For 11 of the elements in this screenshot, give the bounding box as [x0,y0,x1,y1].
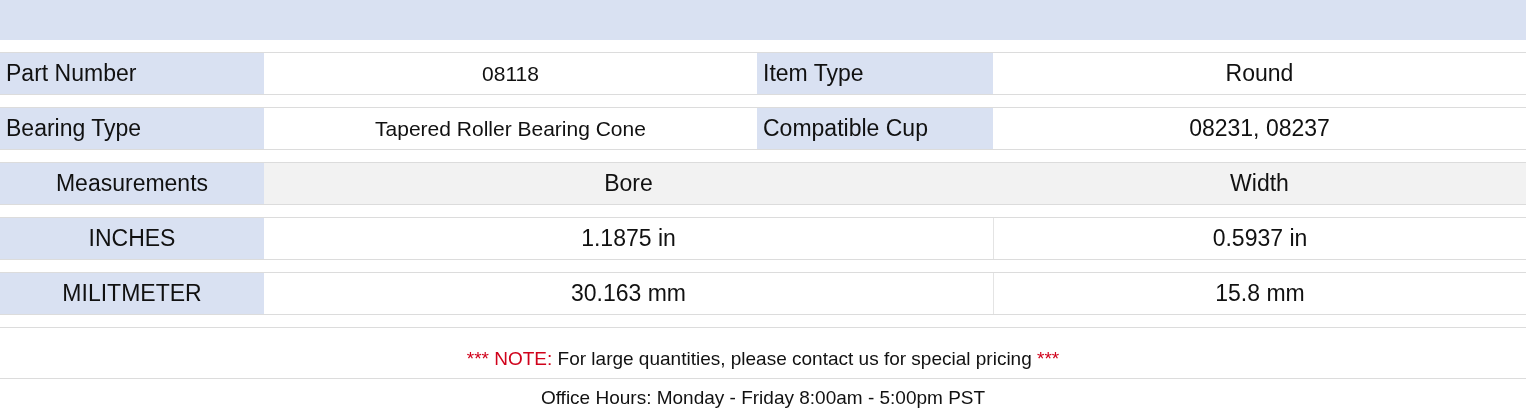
unit-label: INCHES [0,218,264,259]
spec-label: Item Type [757,53,993,94]
spec-label: Bearing Type [0,108,264,149]
spec-label: Compatible Cup [757,108,993,149]
note-text: *** NOTE: For large quantities, please contact us for special pricing *** [466,348,1060,370]
spec-label: Part Number [0,53,264,94]
unit-label: MILITMETER [0,273,264,314]
column-header: Bore [264,163,993,204]
measurements-label: Measurements [0,163,264,204]
office-hours-text: Office Hours: Monday - Friday 8:00am - 5:00pm PST [540,387,986,409]
column-header: Width [993,163,1526,204]
